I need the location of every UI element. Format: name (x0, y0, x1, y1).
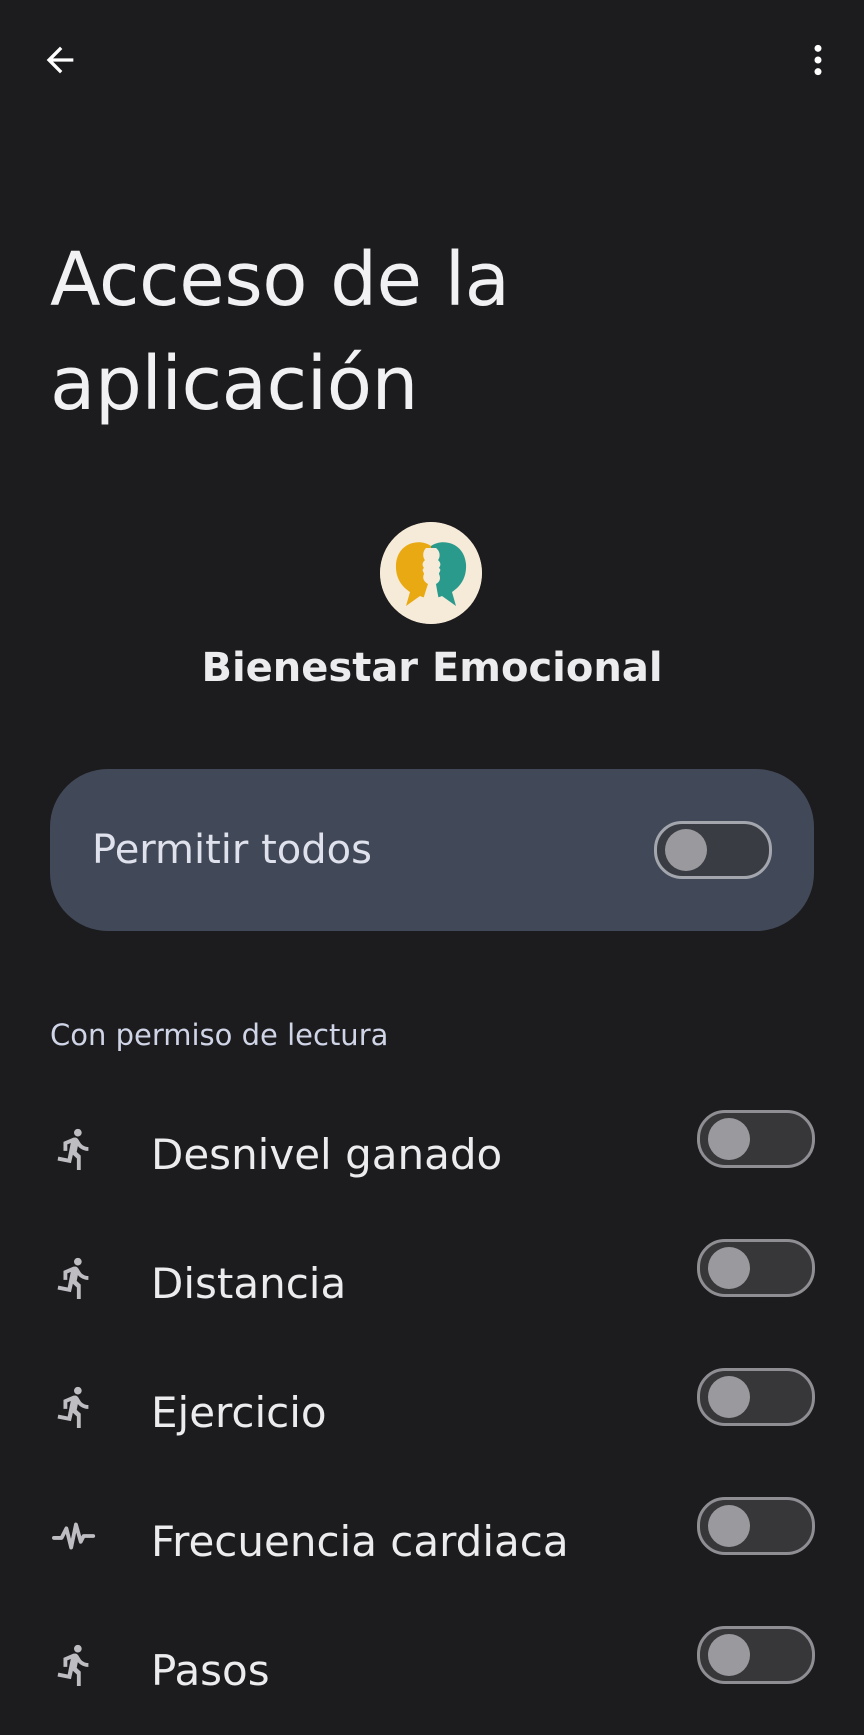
running-icon (57, 1257, 89, 1300)
more-vert-icon (814, 44, 822, 76)
permission-label: Distancia (151, 1259, 347, 1308)
switch-knob (665, 829, 707, 871)
section-header: Con permiso de lectura (50, 1018, 389, 1052)
app-name: Bienestar Emocional (201, 645, 663, 691)
permission-list: Desnivel ganado Distancia Ejercicio Frec… (0, 1090, 864, 1735)
app-logo (380, 522, 482, 624)
top-app-bar (0, 0, 864, 120)
permission-switch[interactable] (697, 1497, 815, 1555)
permission-row-distancia[interactable]: Distancia (0, 1219, 864, 1348)
arrow-back-icon (46, 46, 74, 74)
permission-row-frecuencia-cardiaca[interactable]: Frecuencia cardiaca (0, 1477, 864, 1606)
permission-switch[interactable] (697, 1626, 815, 1684)
permission-label: Ejercicio (151, 1388, 327, 1437)
page-title: Acceso de la aplicación (50, 237, 510, 427)
permission-switch[interactable] (697, 1110, 815, 1168)
allow-all-card[interactable]: Permitir todos (50, 769, 814, 931)
permission-row-pasos[interactable]: Pasos (0, 1606, 864, 1735)
back-button[interactable] (28, 28, 92, 92)
permission-label: Desnivel ganado (151, 1130, 503, 1179)
switch-knob (708, 1118, 750, 1160)
permission-label: Pasos (151, 1646, 270, 1695)
two-faces-logo-icon (380, 522, 482, 624)
running-icon (57, 1644, 89, 1687)
permission-row-ejercicio[interactable]: Ejercicio (0, 1348, 864, 1477)
allow-all-switch[interactable] (654, 821, 772, 879)
running-icon (57, 1128, 89, 1171)
permission-switch[interactable] (697, 1368, 815, 1426)
heart-rate-icon (52, 1522, 96, 1550)
allow-all-label: Permitir todos (92, 827, 372, 873)
switch-knob (708, 1634, 750, 1676)
switch-knob (708, 1376, 750, 1418)
switch-knob (708, 1247, 750, 1289)
running-icon (57, 1386, 89, 1429)
permission-switch[interactable] (697, 1239, 815, 1297)
permission-label: Frecuencia cardiaca (151, 1517, 569, 1566)
more-options-button[interactable] (786, 28, 850, 92)
switch-knob (708, 1505, 750, 1547)
permission-row-desnivel[interactable]: Desnivel ganado (0, 1090, 864, 1219)
